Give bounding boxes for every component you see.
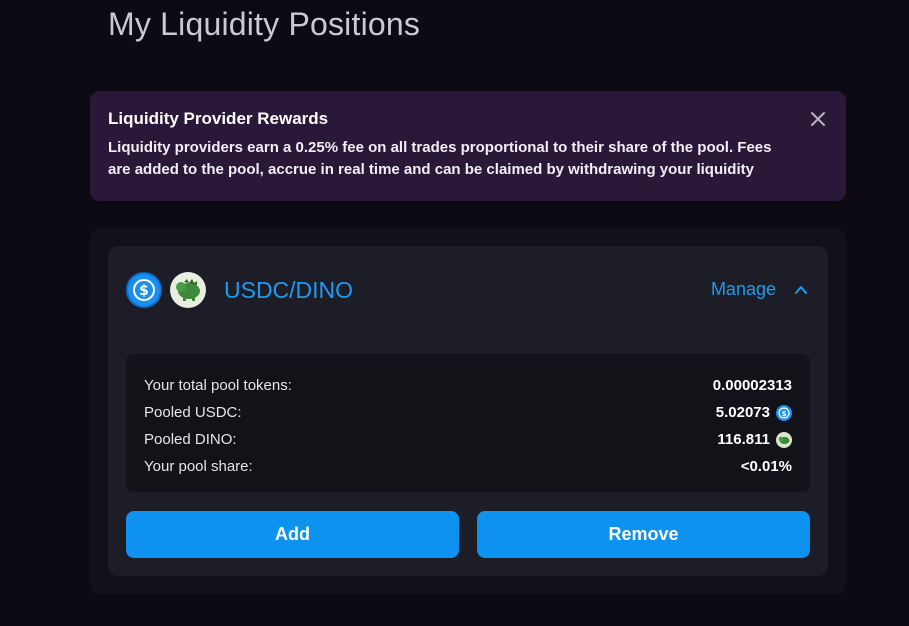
stat-value: 5.02073 $ xyxy=(716,404,792,421)
page-title: My Liquidity Positions xyxy=(108,6,421,42)
stat-value: 116.811 xyxy=(717,431,792,448)
close-icon[interactable] xyxy=(808,109,828,129)
stat-label: Your total pool tokens: xyxy=(144,377,292,394)
svg-text:$: $ xyxy=(782,410,787,418)
usdc-icon: $ xyxy=(776,404,792,421)
stat-value-text: 5.02073 xyxy=(715,404,770,421)
stat-row-pool-share: Your pool share: <0.01% xyxy=(144,453,792,480)
remove-button[interactable]: Remove xyxy=(477,511,810,558)
stat-value-text: 0.00002313 xyxy=(712,377,792,394)
manage-label[interactable]: Manage xyxy=(711,279,776,300)
stat-value-text: <0.01% xyxy=(740,458,792,475)
stat-value-text: 116.811 xyxy=(717,431,770,448)
rewards-title: Liquidity Provider Rewards xyxy=(108,109,329,128)
pool-stats: Your total pool tokens: 0.00002313 Poole… xyxy=(126,354,810,492)
stat-row-pooled-usdc: Pooled USDC: 5.02073 $ xyxy=(144,399,792,426)
add-button[interactable]: Add xyxy=(126,511,459,558)
pool-card: $ USDC/DINO Manage Your total pool token… xyxy=(108,246,828,576)
pair-name[interactable]: USDC/DINO xyxy=(224,277,353,304)
usdc-icon: $ xyxy=(126,272,162,308)
dino-icon xyxy=(170,272,206,308)
manage-button[interactable]: Manage xyxy=(711,279,808,300)
rewards-text: Liquidity providers earn a 0.25% fee on … xyxy=(108,139,772,178)
stat-label: Pooled DINO: xyxy=(144,431,237,448)
stat-value: 0.00002313 xyxy=(713,377,792,394)
stat-value: <0.01% xyxy=(741,458,792,475)
svg-text:$: $ xyxy=(139,283,149,299)
chevron-up-icon[interactable] xyxy=(794,283,808,297)
stat-label: Pooled USDC: xyxy=(144,404,242,421)
stat-row-total-pool-tokens: Your total pool tokens: 0.00002313 xyxy=(144,372,792,399)
pool-header: $ USDC/DINO xyxy=(126,272,353,308)
rewards-banner: Liquidity Provider Rewards Liquidity pro… xyxy=(90,91,846,201)
dino-icon xyxy=(776,431,792,448)
stat-label: Your pool share: xyxy=(144,458,253,475)
stat-row-pooled-dino: Pooled DINO: 116.811 xyxy=(144,426,792,453)
positions-container: $ USDC/DINO Manage Your total pool token… xyxy=(90,228,846,594)
